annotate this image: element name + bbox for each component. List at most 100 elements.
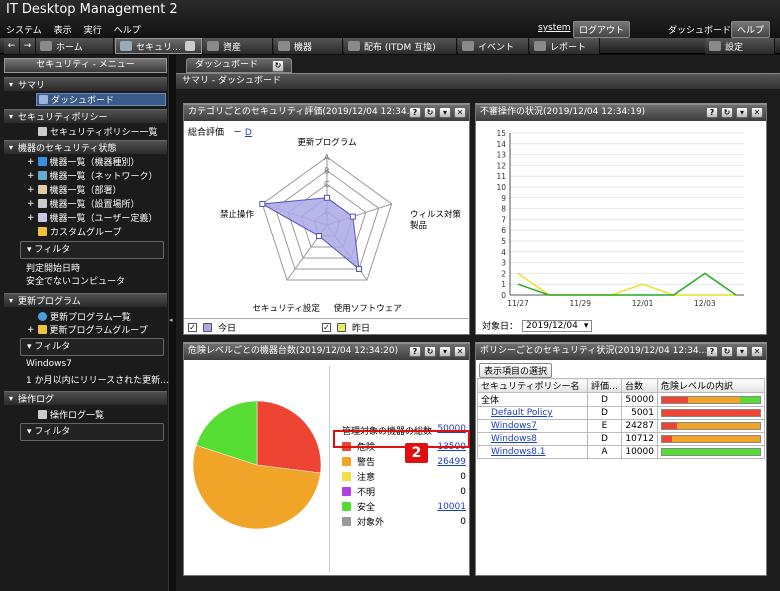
yesterday-swatch: [337, 322, 347, 332]
count-cell: 24287: [621, 419, 658, 433]
tree-item-device-network[interactable]: + 機器一覧（ネットワーク）: [27, 169, 158, 183]
table-row[interactable]: Default Policy D 5001: [477, 406, 765, 420]
help-icon[interactable]: ?: [706, 346, 718, 357]
tree-item-policy-list[interactable]: セキュリティポリシー一覧: [38, 125, 157, 138]
tree-item-device-dept[interactable]: + 機器一覧（部署）: [27, 183, 122, 197]
legend-value[interactable]: 10001: [437, 502, 466, 512]
radar-point[interactable]: [316, 233, 323, 240]
help-icon[interactable]: ?: [409, 107, 421, 118]
table-row[interactable]: Windows8.1 A 10000: [477, 445, 765, 459]
tab-home[interactable]: ホーム: [36, 38, 114, 54]
tab-events[interactable]: イベント: [458, 38, 529, 54]
section-update[interactable]: 更新プログラム: [4, 293, 167, 307]
radar-grade-label: C: [324, 180, 330, 189]
radar-point[interactable]: [259, 200, 266, 207]
policy-link[interactable]: Windows7: [491, 421, 537, 431]
refresh-icon[interactable]: ↻: [424, 346, 436, 357]
tree-item-oplog-list[interactable]: 操作ログ一覧: [38, 408, 104, 421]
close-icon[interactable]: ✕: [751, 107, 763, 118]
menu-run[interactable]: 実行: [84, 23, 102, 36]
filter-box-3[interactable]: ▾ フィルタ: [20, 423, 164, 441]
table-row[interactable]: Windows8 D 10712: [477, 432, 765, 446]
legend-value[interactable]: 26499: [437, 457, 466, 467]
tools-icon: [709, 41, 721, 51]
refresh-icon[interactable]: [185, 41, 196, 51]
dropdown-icon[interactable]: ▾: [736, 346, 748, 357]
policy-link[interactable]: Windows8: [491, 434, 537, 444]
legend-value: 0: [460, 486, 466, 497]
date-dropdown[interactable]: 2019/12/04 ▾: [522, 319, 593, 332]
y-tick-label: 13: [496, 151, 506, 160]
help-icon[interactable]: ?: [409, 346, 421, 357]
tree-item-custom-group[interactable]: カスタムグループ: [38, 225, 121, 238]
refresh-icon[interactable]: ↻: [721, 107, 733, 118]
line-panel: 不審操作の状況(2019/12/04 12:34:19) ? ↻ ▾ ✕ 012345…: [475, 103, 767, 335]
filter-box-1[interactable]: ▾ フィルタ: [20, 241, 164, 259]
close-icon[interactable]: ✕: [454, 346, 466, 357]
collapse-left-icon[interactable]: ◂: [169, 316, 175, 326]
close-icon[interactable]: ✕: [454, 107, 466, 118]
y-tick-label: 9: [501, 194, 506, 203]
tree-item-device-type[interactable]: + 機器一覧（機器種別）: [27, 155, 140, 169]
dropdown-icon[interactable]: ▾: [736, 107, 748, 118]
dropdown-icon[interactable]: ▾: [439, 346, 451, 357]
risk-bar-segment: [662, 410, 760, 416]
close-icon[interactable]: ✕: [751, 346, 763, 357]
radar-point[interactable]: [355, 266, 362, 273]
y-tick-label: 7: [501, 215, 506, 224]
help-button[interactable]: ヘルプ: [731, 21, 771, 38]
policy-name-cell: Windows8.1: [477, 445, 588, 459]
col-policy-name[interactable]: セキュリティポリシー名: [477, 378, 588, 393]
policy-name-cell: 全体: [477, 392, 588, 407]
radar-panel: カテゴリごとのセキュリティ評価(2019/12/04 12:34… ? ↻ ▾ ✕ 総…: [183, 103, 470, 335]
tree-item-device-user[interactable]: + 機器一覧（ユーザー定義）: [27, 211, 157, 225]
tree-item-update-group[interactable]: + 更新プログラムグループ: [27, 323, 148, 337]
y-tick-label: 15: [496, 129, 506, 138]
tree-item-dashboard[interactable]: ダッシュボード: [36, 93, 166, 106]
section-oplog[interactable]: 操作ログ: [4, 391, 167, 405]
filter2-line-1: Windows7: [26, 359, 72, 369]
tab-security[interactable]: セキュリ…: [115, 38, 202, 54]
forward-icon[interactable]: →: [20, 38, 36, 54]
y-tick-label: 4: [501, 248, 506, 257]
col-count[interactable]: 台数: [621, 378, 658, 393]
today-checkbox[interactable]: ✓: [188, 322, 197, 332]
menu-view[interactable]: 表示: [54, 23, 72, 36]
help-icon[interactable]: ?: [706, 107, 718, 118]
tree-item-update-list[interactable]: 更新プログラム一覧: [38, 310, 131, 323]
refresh-icon[interactable]: ↻: [272, 60, 284, 72]
tab-devices[interactable]: 機器: [274, 38, 343, 54]
refresh-icon[interactable]: ↻: [721, 346, 733, 357]
pie-slice[interactable]: [256, 400, 322, 474]
table-row[interactable]: Windows7 E 24287: [477, 419, 765, 433]
radar-point[interactable]: [349, 213, 356, 220]
tab-distribution[interactable]: 配布 (ITDM 互換): [344, 38, 457, 54]
policy-link[interactable]: Windows8.1: [491, 447, 546, 457]
back-icon[interactable]: ←: [4, 38, 20, 54]
section-device-state[interactable]: 機器のセキュリティ状態: [4, 140, 167, 154]
device-type-icon: [37, 157, 47, 166]
radar-point[interactable]: [324, 194, 330, 201]
col-risk-breakdown[interactable]: 危険レベルの内訳: [657, 378, 765, 393]
policy-link[interactable]: Default Policy: [491, 408, 553, 418]
filter-box-2[interactable]: ▾ フィルタ: [20, 338, 164, 356]
table-row[interactable]: 全体 D 50000: [477, 392, 765, 407]
pie-legend-item: 対象外 0: [342, 514, 466, 529]
menu-system[interactable]: システム: [6, 23, 42, 36]
yesterday-checkbox[interactable]: ✓: [322, 322, 332, 332]
user-link[interactable]: system: [538, 23, 571, 33]
tab-settings[interactable]: 設定: [705, 38, 775, 54]
tree-item-device-location[interactable]: + 機器一覧（設置場所）: [27, 197, 140, 211]
tab-assets[interactable]: 資産: [203, 38, 273, 54]
col-grade[interactable]: 評価…: [586, 378, 623, 393]
section-summary[interactable]: サマリ: [4, 77, 167, 91]
select-columns-button[interactable]: 表示項目の選択: [479, 363, 553, 378]
radar-grade-label: A: [324, 153, 330, 162]
dropdown-icon[interactable]: ▾: [439, 107, 451, 118]
logout-button[interactable]: ログアウト: [573, 21, 631, 38]
legend-value: 0: [460, 516, 466, 527]
tab-reports[interactable]: レポート: [530, 38, 600, 54]
menu-help[interactable]: ヘルプ: [114, 23, 141, 36]
refresh-icon[interactable]: ↻: [424, 107, 436, 118]
section-policy[interactable]: セキュリティポリシー: [4, 109, 167, 123]
